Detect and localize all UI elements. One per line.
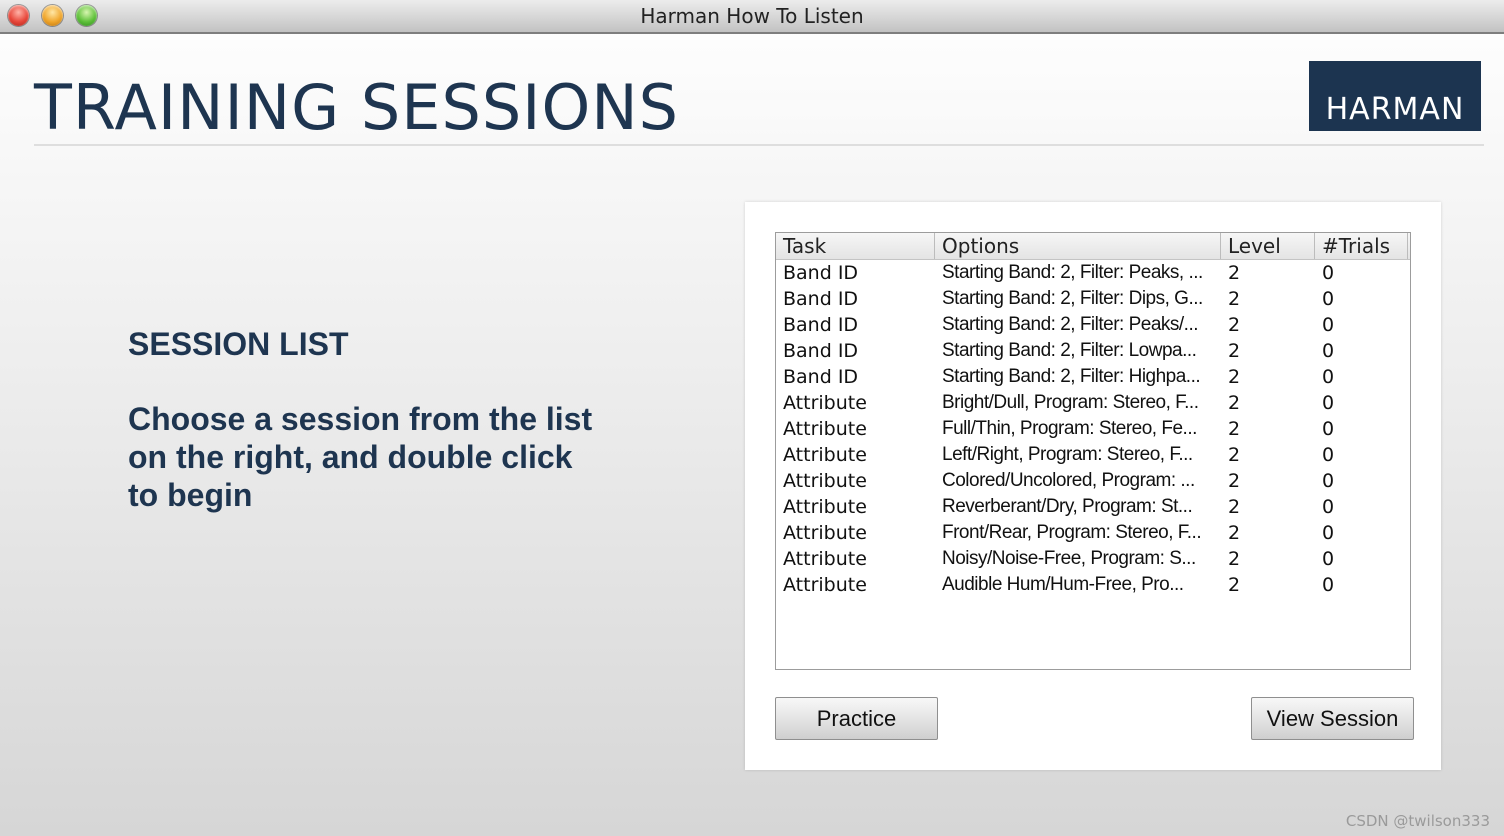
harman-logo: HARMAN [1309,61,1481,131]
cell-level: 2 [1228,470,1241,492]
table-body: Band ID Starting Band: 2, Filter: Peaks, … [776,260,1410,598]
cell-trials: 0 [1322,314,1335,336]
instructions-text: Choose a session from the list on the ri… [128,401,593,513]
table-row[interactable]: Attribute Reverberant/Dry, Program: St...… [776,494,1410,520]
cell-level: 2 [1228,548,1241,570]
cell-options: Colored/Uncolored, Program: ... [942,470,1195,491]
cell-task: Band ID [783,288,859,310]
cell-level: 2 [1228,574,1241,596]
table-row[interactable]: Attribute Left/Right, Program: Stereo, F.… [776,442,1410,468]
practice-button[interactable]: Practice [775,697,938,740]
table-row[interactable]: Attribute Colored/Uncolored, Program: ...… [776,468,1410,494]
cell-options: Starting Band: 2, Filter: Lowpa... [942,340,1197,361]
cell-trials: 0 [1322,574,1335,596]
cell-level: 2 [1228,444,1241,466]
cell-level: 2 [1228,392,1241,414]
window-titlebar: Harman How To Listen [0,0,1504,34]
table-row[interactable]: Band ID Starting Band: 2, Filter: Peaks, … [776,260,1410,286]
cell-options: Starting Band: 2, Filter: Highpa... [942,366,1201,387]
cell-trials: 0 [1322,470,1335,492]
session-list-heading: SESSION LIST [128,326,349,362]
cell-trials: 0 [1322,340,1335,362]
window-title: Harman How To Listen [640,4,864,28]
column-header-trials[interactable]: #Trials [1315,233,1408,259]
table-row[interactable]: Band ID Starting Band: 2, Filter: Highpa.… [776,364,1410,390]
cell-options: Noisy/Noise-Free, Program: S... [942,548,1196,569]
cell-task: Attribute [783,548,867,570]
cell-trials: 0 [1322,262,1335,284]
cell-trials: 0 [1322,522,1335,544]
session-table[interactable]: Task Options Level #Trials Band ID Starti… [775,232,1411,670]
cell-level: 2 [1228,366,1241,388]
cell-options: Audible Hum/Hum-Free, Pro... [942,574,1184,595]
cell-trials: 0 [1322,366,1335,388]
watermark: CSDN @twilson333 [1345,812,1490,830]
table-header: Task Options Level #Trials [776,233,1410,260]
cell-options: Front/Rear, Program: Stereo, F... [942,522,1202,543]
table-row[interactable]: Band ID Starting Band: 2, Filter: Peaks/.… [776,312,1410,338]
column-header-task[interactable]: Task [776,233,935,259]
cell-task: Attribute [783,470,867,492]
cell-task: Attribute [783,444,867,466]
harman-logo-text: HARMAN [1325,92,1465,127]
cell-task: Attribute [783,574,867,596]
cell-options: Starting Band: 2, Filter: Peaks/... [942,314,1199,335]
cell-level: 2 [1228,262,1241,284]
table-row[interactable]: Attribute Bright/Dull, Program: Stereo, F… [776,390,1410,416]
cell-task: Band ID [783,340,859,362]
cell-task: Attribute [783,522,867,544]
cell-options: Full/Thin, Program: Stereo, Fe... [942,418,1197,439]
cell-options: Starting Band: 2, Filter: Peaks, ... [942,262,1203,283]
cell-level: 2 [1228,418,1241,440]
cell-options: Starting Band: 2, Filter: Dips, G... [942,288,1203,309]
cell-task: Attribute [783,496,867,518]
cell-trials: 0 [1322,392,1335,414]
cell-trials: 0 [1322,548,1335,570]
session-panel: Task Options Level #Trials Band ID Starti… [745,202,1441,770]
table-row[interactable]: Attribute Full/Thin, Program: Stereo, Fe.… [776,416,1410,442]
table-row[interactable]: Attribute Noisy/Noise-Free, Program: S...… [776,546,1410,572]
title-divider [34,144,1484,146]
cell-level: 2 [1228,288,1241,310]
cell-level: 2 [1228,496,1241,518]
view-session-button[interactable]: View Session [1251,697,1414,740]
cell-task: Band ID [783,314,859,336]
cell-level: 2 [1228,340,1241,362]
cell-level: 2 [1228,314,1241,336]
cell-task: Band ID [783,262,859,284]
cell-trials: 0 [1322,288,1335,310]
cell-trials: 0 [1322,496,1335,518]
column-header-level[interactable]: Level [1221,233,1315,259]
cell-level: 2 [1228,522,1241,544]
cell-task: Attribute [783,392,867,414]
cell-task: Attribute [783,418,867,440]
column-header-options[interactable]: Options [935,233,1221,259]
cell-options: Reverberant/Dry, Program: St... [942,496,1193,517]
cell-task: Band ID [783,366,859,388]
table-row[interactable]: Band ID Starting Band: 2, Filter: Lowpa..… [776,338,1410,364]
cell-trials: 0 [1322,444,1335,466]
table-row[interactable]: Band ID Starting Band: 2, Filter: Dips, G… [776,286,1410,312]
cell-options: Left/Right, Program: Stereo, F... [942,444,1193,465]
table-row[interactable]: Attribute Front/Rear, Program: Stereo, F.… [776,520,1410,546]
cell-options: Bright/Dull, Program: Stereo, F... [942,392,1199,413]
page-title: TRAINING SESSIONS [34,71,679,144]
cell-trials: 0 [1322,418,1335,440]
table-row[interactable]: Attribute Audible Hum/Hum-Free, Pro... 2 0 [776,572,1410,598]
